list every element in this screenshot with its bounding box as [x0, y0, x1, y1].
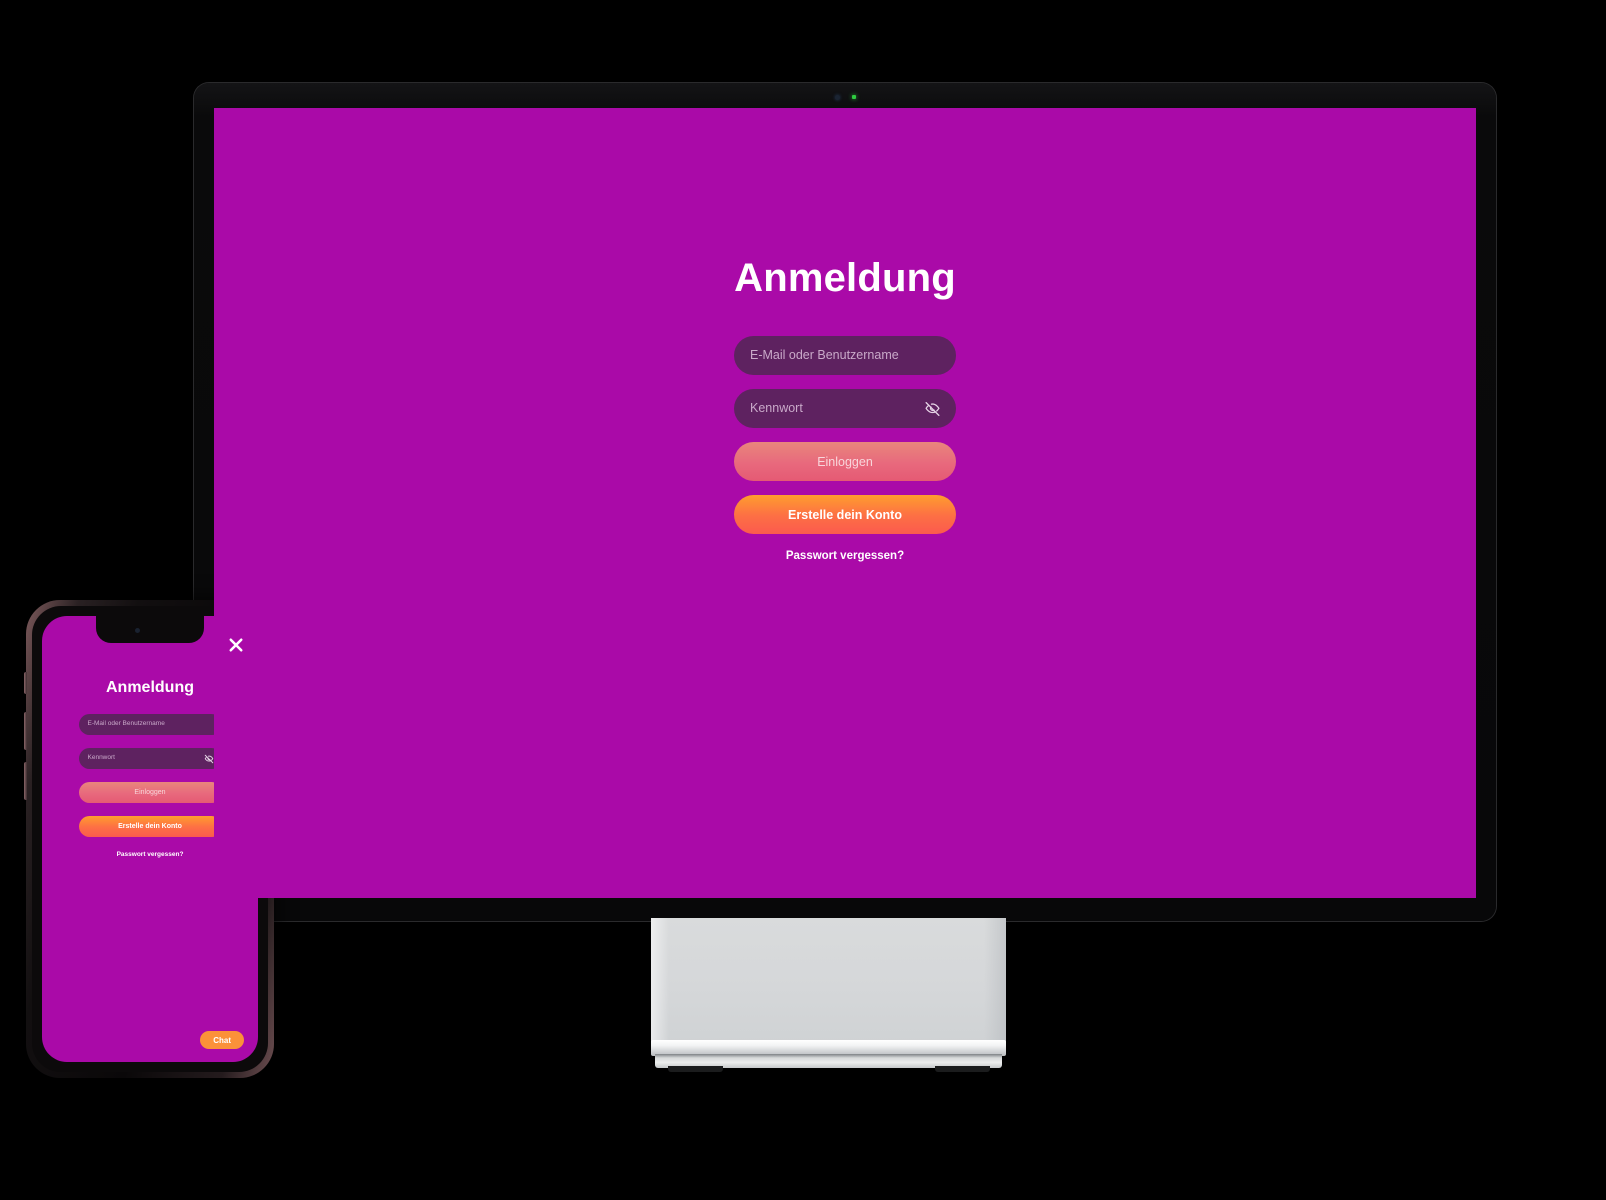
green-led-icon: [851, 95, 856, 99]
monitor-stand-foot-right: [935, 1066, 990, 1072]
monitor-stand-neck: [651, 918, 1006, 1046]
camera-dot-icon: [834, 94, 840, 100]
chat-button[interactable]: Chat: [200, 1031, 244, 1049]
create-account-button[interactable]: Erstelle dein Konto: [734, 495, 956, 534]
camera-dot-icon: [134, 628, 140, 633]
mobile-password-placeholder: Kennwort: [87, 754, 115, 762]
page-title: Anmeldung: [734, 256, 956, 300]
password-placeholder: Kennwort: [750, 401, 803, 416]
monitor-webcam-group: [822, 93, 868, 101]
close-x-icon[interactable]: [227, 636, 245, 654]
forgot-password-link[interactable]: Passwort vergessen?: [734, 550, 956, 562]
mobile-page-title: Anmeldung: [106, 679, 194, 696]
mockup-stage: Anmeldung E-Mail oder Benutzername Kennw…: [0, 0, 1606, 1200]
phone-volume-down-button[interactable]: [24, 762, 27, 800]
mobile-password-input[interactable]: Kennwort: [78, 748, 222, 769]
mobile-forgot-password-link[interactable]: Passwort vergessen?: [79, 851, 222, 858]
desktop-monitor-mockup: Anmeldung E-Mail oder Benutzername Kennw…: [193, 82, 1497, 922]
login-form: E-Mail oder Benutzername Kennwort Einlog…: [734, 336, 956, 562]
eye-off-icon[interactable]: [924, 400, 941, 417]
phone-mute-switch[interactable]: [24, 672, 27, 694]
phone-volume-up-button[interactable]: [24, 712, 27, 750]
mobile-login-button[interactable]: Einloggen: [78, 782, 222, 803]
monitor-stand-foot-left: [668, 1066, 723, 1072]
password-input[interactable]: Kennwort: [734, 389, 956, 428]
mobile-login-form: E-Mail oder Benutzername Kennwort Einlog…: [78, 714, 222, 858]
mobile-username-placeholder: E-Mail oder Benutzername: [87, 720, 165, 728]
phone-notch: [96, 616, 204, 643]
login-button[interactable]: Einloggen: [734, 442, 956, 481]
username-input[interactable]: E-Mail oder Benutzername: [734, 336, 956, 375]
mobile-create-account-button[interactable]: Erstelle dein Konto: [78, 816, 222, 837]
monitor-screen: Anmeldung E-Mail oder Benutzername Kennw…: [214, 108, 1476, 898]
username-placeholder: E-Mail oder Benutzername: [750, 348, 899, 363]
mobile-username-input[interactable]: E-Mail oder Benutzername: [78, 714, 222, 735]
eye-off-icon[interactable]: [204, 754, 214, 764]
desktop-login-screen: Anmeldung E-Mail oder Benutzername Kennw…: [214, 108, 1476, 898]
